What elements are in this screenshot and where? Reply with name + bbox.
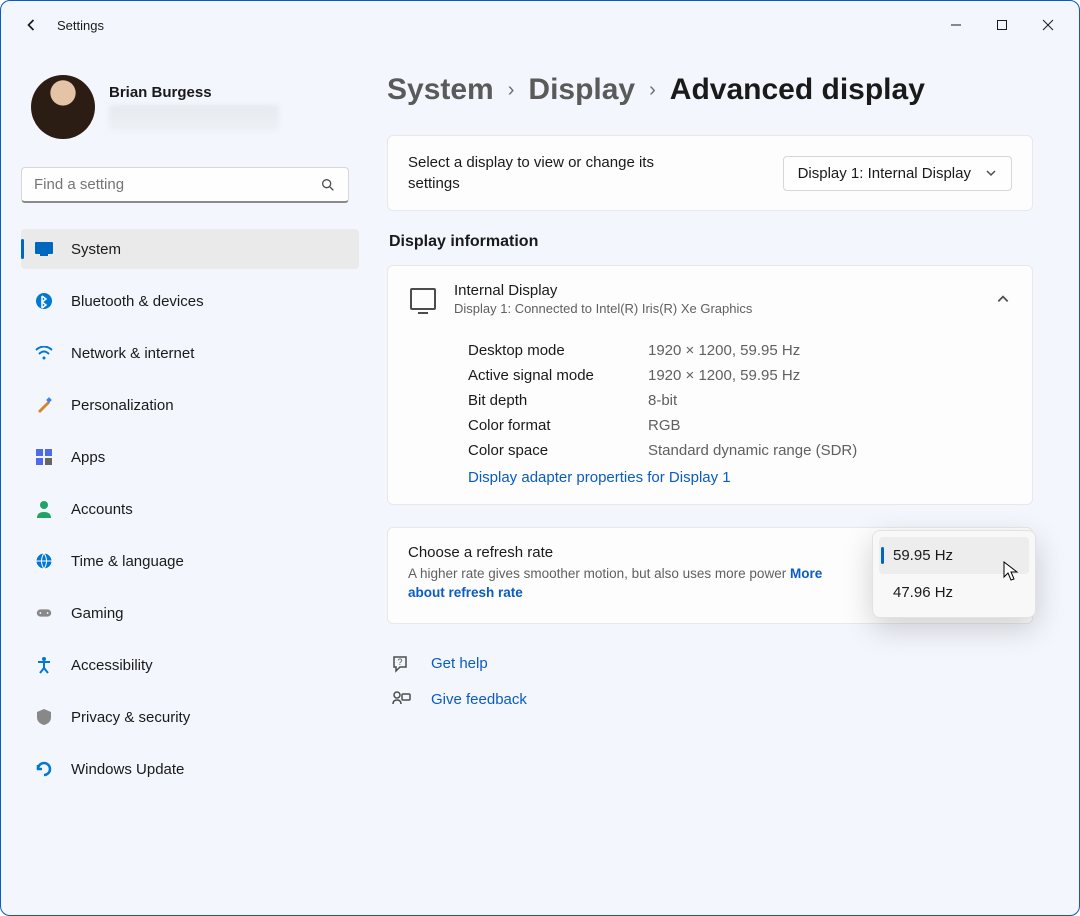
breadcrumb-current: Advanced display [670, 73, 925, 107]
window-title: Settings [57, 18, 104, 33]
globe-icon [35, 552, 53, 570]
select-display-label: Select a display to view or change its s… [408, 152, 698, 194]
sidebar-item-network[interactable]: Network & internet [21, 333, 359, 373]
display-info-title: Internal Display [454, 282, 978, 299]
sidebar-item-personalization[interactable]: Personalization [21, 385, 359, 425]
sidebar-item-time-language[interactable]: Time & language [21, 541, 359, 581]
chevron-right-icon: › [649, 79, 656, 102]
back-icon[interactable] [21, 15, 41, 35]
get-help-link[interactable]: Get help [431, 655, 488, 672]
content-pane: System › Display › Advanced display Sele… [371, 49, 1079, 915]
chevron-down-icon [985, 167, 997, 179]
sidebar-item-label: Gaming [71, 605, 124, 622]
search-input[interactable] [34, 176, 320, 193]
display-props: Desktop mode1920 × 1200, 59.95 Hz Active… [388, 332, 1032, 504]
breadcrumb-system[interactable]: System [387, 73, 494, 107]
nav-list: System Bluetooth & devices Network & int… [21, 229, 359, 799]
update-icon [35, 760, 53, 778]
sidebar-item-windows-update[interactable]: Windows Update [21, 749, 359, 789]
brush-icon [35, 396, 53, 414]
sidebar-item-label: Network & internet [71, 345, 194, 362]
profile-name: Brian Burgess [109, 84, 279, 101]
give-feedback-link[interactable]: Give feedback [431, 691, 527, 708]
sidebar-item-label: Windows Update [71, 761, 184, 778]
sidebar-item-label: Accessibility [71, 657, 153, 674]
sidebar-item-label: Accounts [71, 501, 133, 518]
sidebar-item-label: Apps [71, 449, 105, 466]
sidebar-item-gaming[interactable]: Gaming [21, 593, 359, 633]
bluetooth-icon [35, 292, 53, 310]
select-display-value: Display 1: Internal Display [798, 165, 971, 182]
prop-row: Active signal mode1920 × 1200, 59.95 Hz [468, 363, 1010, 388]
adapter-properties-link[interactable]: Display adapter properties for Display 1 [468, 469, 1010, 486]
sidebar-item-label: Privacy & security [71, 709, 190, 726]
breadcrumb: System › Display › Advanced display [387, 73, 1033, 107]
sidebar-item-label: Time & language [71, 553, 184, 570]
get-help-row[interactable]: ? Get help [387, 646, 1033, 682]
display-info-heading: Display information [389, 233, 1033, 251]
select-display-dropdown[interactable]: Display 1: Internal Display [783, 156, 1012, 191]
search-box[interactable] [21, 167, 349, 203]
svg-text:?: ? [397, 657, 402, 667]
refresh-option[interactable]: 47.96 Hz [879, 574, 1029, 611]
title-bar: Settings [1, 1, 1079, 49]
display-info-card: Internal Display Display 1: Connected to… [387, 265, 1033, 505]
sidebar-item-privacy[interactable]: Privacy & security [21, 697, 359, 737]
sidebar: Brian Burgess System Bluetooth & devices [1, 49, 371, 915]
prop-row: Bit depth8-bit [468, 388, 1010, 413]
apps-icon [35, 448, 53, 466]
sidebar-item-accessibility[interactable]: Accessibility [21, 645, 359, 685]
monitor-icon [410, 288, 436, 310]
sidebar-item-apps[interactable]: Apps [21, 437, 359, 477]
profile-sub-blur [109, 105, 279, 131]
breadcrumb-display[interactable]: Display [528, 73, 635, 107]
shield-icon [35, 708, 53, 726]
profile-block[interactable]: Brian Burgess [21, 69, 359, 145]
prop-row: Color spaceStandard dynamic range (SDR) [468, 438, 1010, 463]
prop-row: Color formatRGB [468, 413, 1010, 438]
sidebar-item-bluetooth[interactable]: Bluetooth & devices [21, 281, 359, 321]
wifi-icon [35, 344, 53, 362]
chevron-up-icon [996, 292, 1010, 306]
sidebar-item-label: Bluetooth & devices [71, 293, 204, 310]
refresh-rate-card: Choose a refresh rate A higher rate give… [387, 527, 1033, 624]
sidebar-item-system[interactable]: System [21, 229, 359, 269]
refresh-desc: A higher rate gives smoother motion, but… [408, 565, 828, 603]
refresh-rate-menu: 59.95 Hz 47.96 Hz [872, 530, 1036, 618]
sidebar-item-label: Personalization [71, 397, 174, 414]
close-button[interactable] [1025, 8, 1071, 42]
display-info-subtitle: Display 1: Connected to Intel(R) Iris(R)… [454, 301, 978, 316]
sidebar-item-label: System [71, 241, 121, 258]
sidebar-item-accounts[interactable]: Accounts [21, 489, 359, 529]
select-display-card: Select a display to view or change its s… [387, 135, 1033, 211]
refresh-option-selected[interactable]: 59.95 Hz [879, 537, 1029, 574]
system-icon [35, 240, 53, 258]
maximize-button[interactable] [979, 8, 1025, 42]
avatar [31, 75, 95, 139]
chevron-right-icon: › [508, 79, 515, 102]
person-icon [35, 500, 53, 518]
search-icon [320, 177, 336, 193]
display-info-header[interactable]: Internal Display Display 1: Connected to… [388, 266, 1032, 332]
give-feedback-row[interactable]: Give feedback [387, 682, 1033, 718]
feedback-icon [391, 690, 411, 710]
help-icon: ? [391, 654, 411, 674]
accessibility-icon [35, 656, 53, 674]
prop-row: Desktop mode1920 × 1200, 59.95 Hz [468, 338, 1010, 363]
gamepad-icon [35, 604, 53, 622]
minimize-button[interactable] [933, 8, 979, 42]
